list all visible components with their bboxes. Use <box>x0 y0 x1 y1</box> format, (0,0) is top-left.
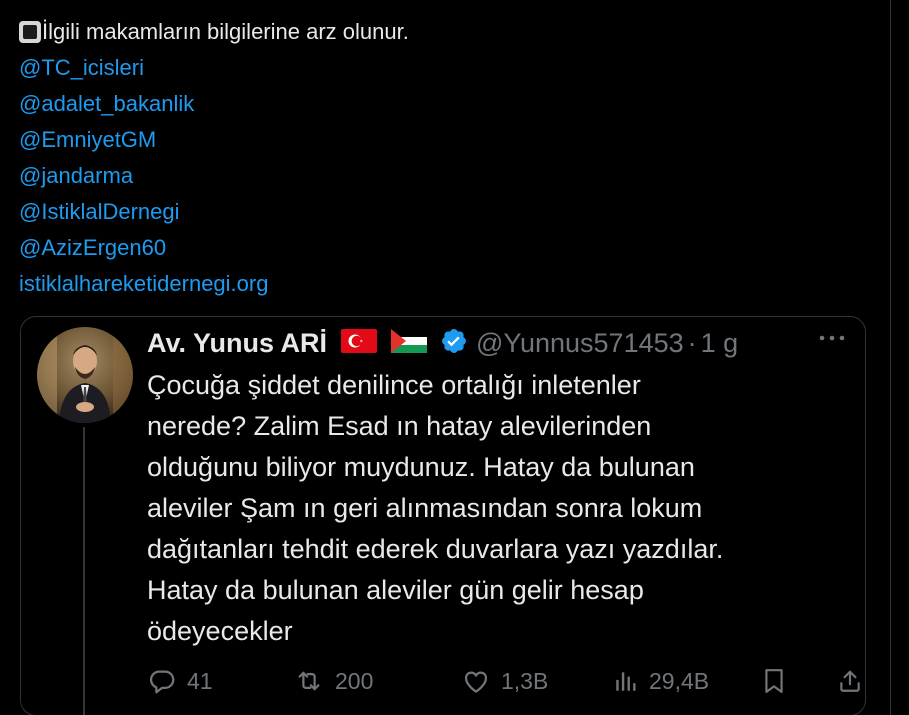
tweet-first-line-text: İlgili makamların bilgilerine arz olunur… <box>42 19 409 44</box>
quote-body-line: ödeyecekler <box>147 616 293 646</box>
retweet-button[interactable]: 200 <box>293 663 373 699</box>
quote-body: Çocuğa şiddet denilince ortalığı inleten… <box>147 365 847 652</box>
retweet-icon <box>293 666 325 696</box>
palestine-flag-icon <box>391 328 428 358</box>
share-icon <box>837 666 863 696</box>
website-link[interactable]: istiklalhareketidernegi.org <box>19 266 268 302</box>
like-button[interactable]: 1,3B <box>461 663 548 699</box>
reply-count: 41 <box>187 667 213 694</box>
tweet-first-line: İlgili makamların bilgilerine arz olunur… <box>19 14 409 50</box>
column-divider <box>890 0 891 715</box>
quote-body-line: aleviler Şam ın geri alınmasından sonra … <box>147 493 703 523</box>
like-count: 1,3B <box>501 667 549 694</box>
share-button[interactable] <box>837 663 863 699</box>
tweet-text: İlgili makamların bilgilerine arz olunur… <box>19 14 409 302</box>
views-button[interactable]: 29,4B <box>613 663 709 699</box>
mention-link[interactable]: @jandarma <box>19 158 133 194</box>
mention-link[interactable]: @AzizErgen60 <box>19 230 166 266</box>
quote-body-line: dağıtanları tehdit ederek duvarlara yazı… <box>147 534 724 564</box>
quote-body-line: Çocuğa şiddet denilince ortalığı inleten… <box>147 370 641 400</box>
views-icon <box>613 666 639 696</box>
action-bar: 41 200 1,3B 29,4B <box>147 663 860 699</box>
thread-line <box>83 427 85 715</box>
views-count: 29,4B <box>649 667 710 694</box>
timestamp[interactable]: 1 g <box>701 328 739 359</box>
like-icon <box>461 666 491 696</box>
quote-body-line: olduğunu biliyor muydunuz. Hatay da bulu… <box>147 452 695 482</box>
quote-header: Av. Yunus ARİ @Yunnus571453 · 1 g <box>147 325 738 361</box>
user-handle[interactable]: @Yunnus571453 <box>476 328 684 359</box>
more-options-icon[interactable] <box>817 331 847 349</box>
bookmark-icon <box>761 665 787 697</box>
verified-badge-icon <box>440 327 468 360</box>
turkey-flag-icon <box>341 328 378 358</box>
separator-dot: · <box>687 327 697 358</box>
mention-link[interactable]: @TC_icisleri <box>19 50 144 86</box>
mention-link[interactable]: @IstiklalDernegi <box>19 194 180 230</box>
reply-button[interactable]: 41 <box>147 663 213 699</box>
display-name[interactable]: Av. Yunus ARİ <box>147 328 327 359</box>
quote-body-line: nerede? Zalim Esad ın hatay alevilerinde… <box>147 411 652 441</box>
black-square-button-icon <box>19 21 41 43</box>
retweet-count: 200 <box>335 667 374 694</box>
mention-link[interactable]: @adalet_bakanlik <box>19 86 194 122</box>
mention-link[interactable]: @EmniyetGM <box>19 122 156 158</box>
quoted-tweet-card[interactable]: Av. Yunus ARİ @Yunnus571453 · 1 g Çocuğa… <box>20 316 866 715</box>
avatar[interactable] <box>37 327 133 423</box>
quote-body-line: Hatay da bulunan aleviler gün gelir hesa… <box>147 575 644 605</box>
bookmark-button[interactable] <box>761 663 787 699</box>
reply-icon <box>147 666 177 696</box>
